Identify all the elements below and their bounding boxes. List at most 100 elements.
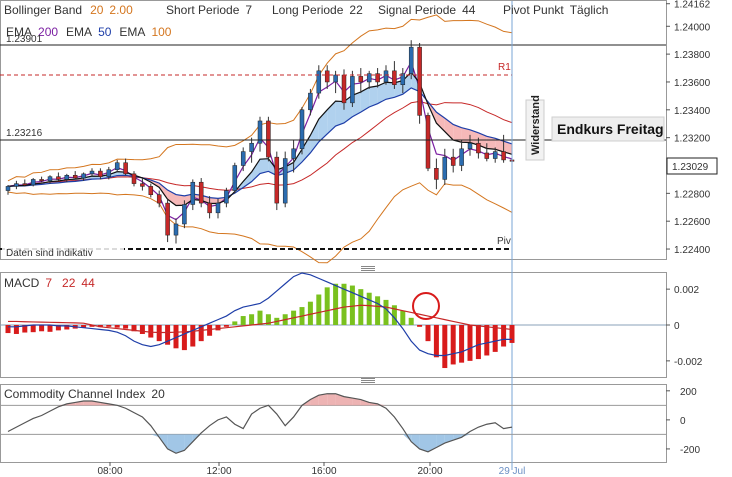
macd-bar [459,325,465,363]
candle-body [476,142,481,154]
macd-bar [215,325,221,331]
candle-body [266,120,271,158]
price-tick-label: 1.23200 [674,134,711,145]
candle-body [308,92,313,111]
candle-body [316,70,322,94]
macd-bar [30,325,36,333]
candle-body [165,202,170,236]
macd-bar [257,310,263,325]
candle-body [274,156,280,204]
macd-bar [509,325,515,343]
candle-body [123,162,128,175]
candle-body [425,115,431,169]
macd-bar [232,321,238,325]
macd-bar [442,325,448,369]
ema2-label: EMA [66,25,92,39]
candle-body [14,183,19,187]
macd-bar [181,325,187,351]
ema3-label: EMA [119,25,145,39]
macd-bar [148,325,154,338]
candle-body [182,204,187,225]
candle [299,107,305,155]
time-tick-label: 08:00 [97,466,122,477]
candle-body [131,173,137,184]
svg-text:Long Periode22: Long Periode 22 [272,3,363,17]
level-mid-label: 1.23216 [6,128,43,139]
macd-title: MACD 7 22 44 [4,276,95,290]
cci-overbought-fill [83,400,92,406]
macd-bar [450,325,456,365]
candle-body [392,70,397,86]
time-tick-label: 12:00 [206,466,231,477]
macd-bar [375,296,381,325]
candle-body [98,170,103,177]
candle-body [148,186,154,195]
macd-bar [207,325,213,336]
price-tick-label: 1.22600 [674,217,711,228]
candle-body [215,202,221,214]
candle-body [299,109,305,150]
cci-tick-label: -200 [680,445,700,456]
cloud-segment [335,101,344,127]
candle-body [291,148,296,159]
candle-body [282,158,288,204]
long-label: Long Periode [272,3,344,17]
macd-bar [358,289,364,325]
indicative-note: Daten sind indikativ [6,248,93,259]
cci-overbought-fill [327,393,336,406]
candle-body [89,170,95,175]
macd-bar [123,325,129,329]
macd-tick-label: 0 [674,321,680,332]
candle-body [72,174,78,179]
ema3-val: 100 [151,25,171,39]
price-tick-label: 1.24000 [674,22,711,33]
macd-bar [366,292,372,325]
macd-tick-label: -0.002 [674,357,703,368]
forex-chart: 1.24162 1.24000 1.23800 1.23600 1.23400 1.232… [0,0,732,477]
candle-body [417,46,422,116]
candle-body [198,181,204,204]
candle-body [408,46,414,74]
signal-val: 44 [462,3,476,17]
svg-text:Pivot PunktTäglich: Pivot Punkt Täglich [503,3,608,17]
candle [232,162,238,194]
macd-p1: 7 [45,276,52,290]
cci-label: Commodity Channel Index [4,387,145,401]
price-tick-label: 1.23600 [674,78,711,89]
candle [425,112,431,172]
candle-body [442,156,448,180]
candle-body [492,151,498,159]
candle-body [459,148,464,166]
short-val: 7 [245,3,252,17]
price-tick-label: 1.22800 [674,189,711,200]
macd-bar [383,299,389,325]
macd-bar [223,325,229,327]
cci-p1: 20 [151,387,165,401]
candle [417,42,422,124]
candle-body [207,202,212,214]
widerstand-label: Widerstand [530,95,542,155]
macd-bar [106,325,112,327]
candle-body [341,74,347,104]
signal-label: Signal Periode [378,3,456,17]
candle-body [106,169,112,177]
bb-period: 20 [90,3,104,17]
macd-tick-label: 0.002 [674,285,699,296]
time-tick-label: 20:00 [417,466,442,477]
candle [182,200,187,229]
macd-bar [475,325,481,360]
candle-body [224,190,229,204]
piv-label: Piv [497,236,511,247]
candle-body [240,151,246,166]
macd-bar [400,310,406,325]
macd-bar [249,314,255,325]
macd-bar [190,325,196,347]
candle-body [140,183,145,187]
candle-body [5,186,11,191]
macd-bar [417,325,423,327]
pivot-val: Täglich [570,3,609,17]
candle-body [350,76,355,104]
macd-bar [114,325,120,328]
bb-label: Bollinger Band [4,3,82,17]
macd-bar [484,325,490,356]
